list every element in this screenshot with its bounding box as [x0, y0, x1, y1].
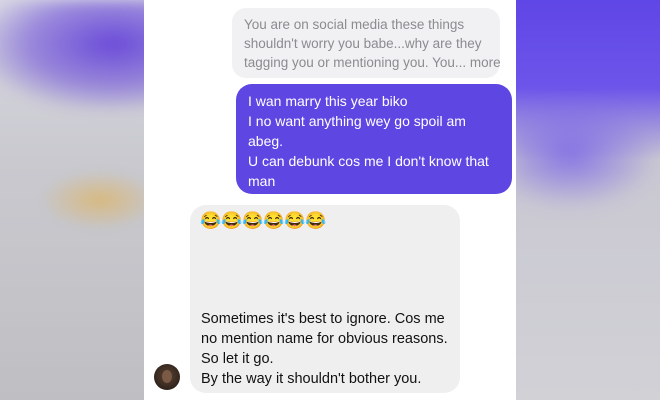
received-message-text: Sometimes it's best to ignore. Cos me no… — [201, 309, 448, 389]
laughing-emoji-icon: 😂 — [221, 211, 243, 230]
message-line: man — [248, 173, 276, 189]
message-line: no mention name for obvious reasons. — [201, 331, 448, 347]
background-right-purple-blur — [510, 100, 660, 210]
received-message-bubble[interactable]: 😂 😂 😂 😂 😂 😂 Sometimes it's best to ignor… — [190, 205, 460, 393]
message-line: So let it go. — [201, 351, 274, 367]
message-line: abeg. — [248, 133, 284, 149]
message-line: You are on social media these things — [244, 17, 465, 32]
message-line: U can debunk cos me I don't know that — [248, 153, 489, 169]
sent-message-bubble[interactable]: I wan marry this year biko I no want any… — [236, 84, 512, 194]
laughing-emoji-icon: 😂 — [263, 211, 285, 230]
chat-screen: You are on social media these things sho… — [144, 0, 516, 400]
emoji-row: 😂 😂 😂 😂 😂 😂 — [200, 211, 449, 233]
quoted-message-bubble[interactable]: You are on social media these things sho… — [232, 8, 501, 78]
message-line: tagging you or mentioning you. You... mo… — [244, 55, 501, 70]
avatar-face — [162, 370, 172, 383]
sender-avatar[interactable] — [154, 364, 180, 390]
laughing-emoji-icon: 😂 — [200, 211, 222, 230]
laughing-emoji-icon: 😂 — [242, 211, 264, 230]
message-line: shouldn't worry you babe...why are they — [244, 36, 482, 51]
laughing-emoji-icon: 😂 — [284, 211, 306, 230]
message-line: By the way it shouldn't bother you. — [201, 371, 422, 387]
laughing-emoji-icon: 😂 — [305, 211, 327, 230]
background-left-gold-blur — [40, 170, 160, 230]
message-line: Sometimes it's best to ignore. Cos me — [201, 311, 445, 327]
message-line: I wan marry this year biko — [248, 93, 408, 109]
message-line: I no want anything wey go spoil am — [248, 113, 466, 129]
